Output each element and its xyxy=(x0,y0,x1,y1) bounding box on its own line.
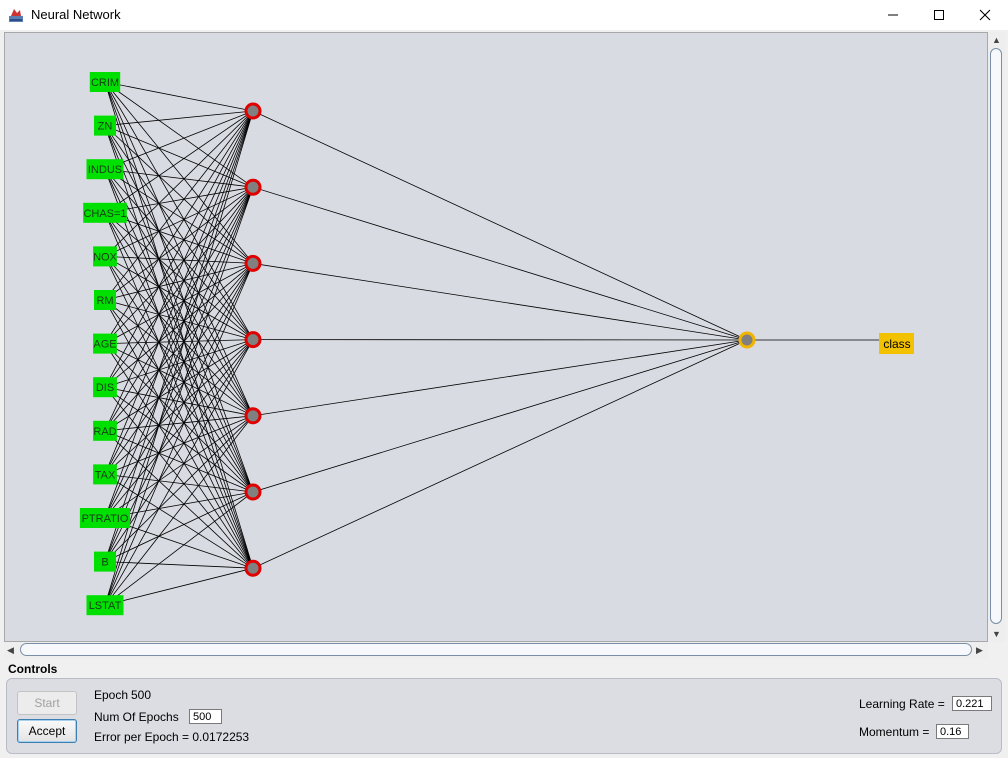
input-node[interactable]: B xyxy=(94,551,116,572)
hidden-node-circle xyxy=(244,331,262,349)
input-hidden-edge xyxy=(104,110,254,431)
hidden-node[interactable] xyxy=(244,407,262,425)
hidden-output-edge xyxy=(252,186,748,341)
input-node[interactable]: INDUS xyxy=(86,159,124,180)
input-hidden-edge xyxy=(104,110,254,126)
input-node[interactable]: RAD xyxy=(93,420,117,441)
scroll-right-icon[interactable]: ▶ xyxy=(976,645,983,655)
maximize-icon xyxy=(934,10,944,20)
input-node-label: RAD xyxy=(93,426,116,438)
output-node-circle xyxy=(738,331,756,349)
hidden-node-circle xyxy=(244,559,262,577)
accept-button[interactable]: Accept xyxy=(17,719,77,743)
vertical-scrollbar[interactable]: ▲ ▼ xyxy=(988,32,1005,642)
input-hidden-edge xyxy=(104,567,254,606)
input-hidden-edge xyxy=(104,212,254,264)
input-node-label: TAX xyxy=(95,469,116,481)
momentum-field[interactable]: 0.16 xyxy=(936,724,969,739)
hidden-node-circle xyxy=(244,178,262,196)
hidden-node[interactable] xyxy=(244,331,262,349)
learning-rate-label: Learning Rate = xyxy=(859,697,945,711)
minimize-icon xyxy=(888,14,898,16)
hidden-node-circle xyxy=(244,483,262,501)
vertical-scroll-thumb[interactable] xyxy=(990,48,1002,624)
controls-panel: Start Accept Epoch 500 Num Of Epochs 500… xyxy=(6,678,1002,754)
scroll-down-icon[interactable]: ▼ xyxy=(992,629,1001,639)
network-canvas[interactable]: CRIM ZN INDUS CHAS=1 NOX RM AGE DIS RAD TAX PTRATI… xyxy=(4,32,988,642)
title-bar: Neural Network xyxy=(0,0,1008,30)
input-node-label: RM xyxy=(96,295,113,307)
class-node-label: class xyxy=(883,337,910,351)
input-node-label: CHAS=1 xyxy=(83,208,126,220)
close-button[interactable] xyxy=(962,0,1008,30)
minimize-button[interactable] xyxy=(870,0,916,30)
epoch-value: 500 xyxy=(131,688,152,702)
hidden-node-circle xyxy=(244,102,262,120)
input-hidden-edge xyxy=(104,110,254,170)
maximize-button[interactable] xyxy=(916,0,962,30)
error-per-epoch: Error per Epoch = 0.0172253 xyxy=(94,730,250,744)
input-node-label: LSTAT xyxy=(89,600,122,612)
input-node-label: NOX xyxy=(93,251,118,263)
input-hidden-edge xyxy=(104,415,254,475)
hidden-node-circle xyxy=(244,254,262,272)
input-node[interactable]: AGE xyxy=(93,333,117,354)
hidden-output-edge xyxy=(252,339,748,417)
input-node[interactable]: DIS xyxy=(93,377,117,398)
hidden-node[interactable] xyxy=(244,102,262,120)
input-node-label: PTRATIO xyxy=(82,513,129,525)
input-node[interactable]: LSTAT xyxy=(86,595,124,616)
input-hidden-edge xyxy=(104,110,254,606)
input-hidden-edge xyxy=(104,263,254,519)
input-hidden-edge xyxy=(104,256,254,264)
input-node-label: ZN xyxy=(98,121,113,133)
input-hidden-edge xyxy=(104,187,254,519)
scroll-up-icon[interactable]: ▲ xyxy=(992,35,1001,45)
controls-title: Controls xyxy=(8,662,58,676)
input-hidden-edge xyxy=(104,110,254,475)
close-icon xyxy=(979,9,991,21)
input-node[interactable]: RM xyxy=(94,290,116,310)
horizontal-scrollbar[interactable]: ◀ ▶ xyxy=(4,642,988,658)
input-hidden-edge xyxy=(104,339,254,475)
output-node[interactable] xyxy=(738,331,756,349)
input-node-label: INDUS xyxy=(88,164,122,176)
input-node-label: AGE xyxy=(93,339,116,351)
input-node[interactable]: TAX xyxy=(93,464,117,485)
epoch-label: Epoch xyxy=(94,688,129,702)
hidden-output-edge xyxy=(252,339,748,493)
hidden-output-edge xyxy=(252,263,748,341)
num-epochs-field[interactable]: 500 xyxy=(189,709,222,724)
num-epochs-label: Num Of Epochs xyxy=(94,710,179,724)
hidden-node-circle xyxy=(244,407,262,425)
input-node[interactable]: ZN xyxy=(94,115,116,136)
class-node[interactable]: class xyxy=(879,333,914,354)
hidden-node[interactable] xyxy=(244,178,262,196)
hidden-output-edge xyxy=(252,110,748,341)
input-node-label: DIS xyxy=(96,382,114,394)
horizontal-scroll-thumb[interactable] xyxy=(20,643,972,656)
hidden-node[interactable] xyxy=(244,254,262,272)
input-hidden-edge xyxy=(104,386,254,569)
input-node[interactable]: CHAS=1 xyxy=(83,202,127,223)
input-node-label: B xyxy=(101,557,108,569)
input-node-label: CRIM xyxy=(91,77,119,89)
edges xyxy=(104,81,879,606)
input-node[interactable]: PTRATIO xyxy=(79,508,131,528)
momentum-label: Momentum = xyxy=(859,725,930,739)
window-title: Neural Network xyxy=(31,7,121,22)
hidden-output-edge xyxy=(252,339,748,569)
input-node[interactable]: NOX xyxy=(93,246,118,267)
input-hidden-edge xyxy=(104,81,254,112)
input-hidden-edge xyxy=(104,430,254,569)
hidden-node[interactable] xyxy=(244,483,262,501)
learning-rate-field[interactable]: 0.221 xyxy=(952,696,992,711)
network-diagram: CRIM ZN INDUS CHAS=1 NOX RM AGE DIS RAD TAX PTRATI… xyxy=(79,72,914,616)
java-app-icon xyxy=(8,7,24,23)
input-node[interactable]: CRIM xyxy=(89,72,121,92)
start-button[interactable]: Start xyxy=(17,691,77,715)
scroll-left-icon[interactable]: ◀ xyxy=(7,645,14,655)
hidden-node[interactable] xyxy=(244,559,262,577)
